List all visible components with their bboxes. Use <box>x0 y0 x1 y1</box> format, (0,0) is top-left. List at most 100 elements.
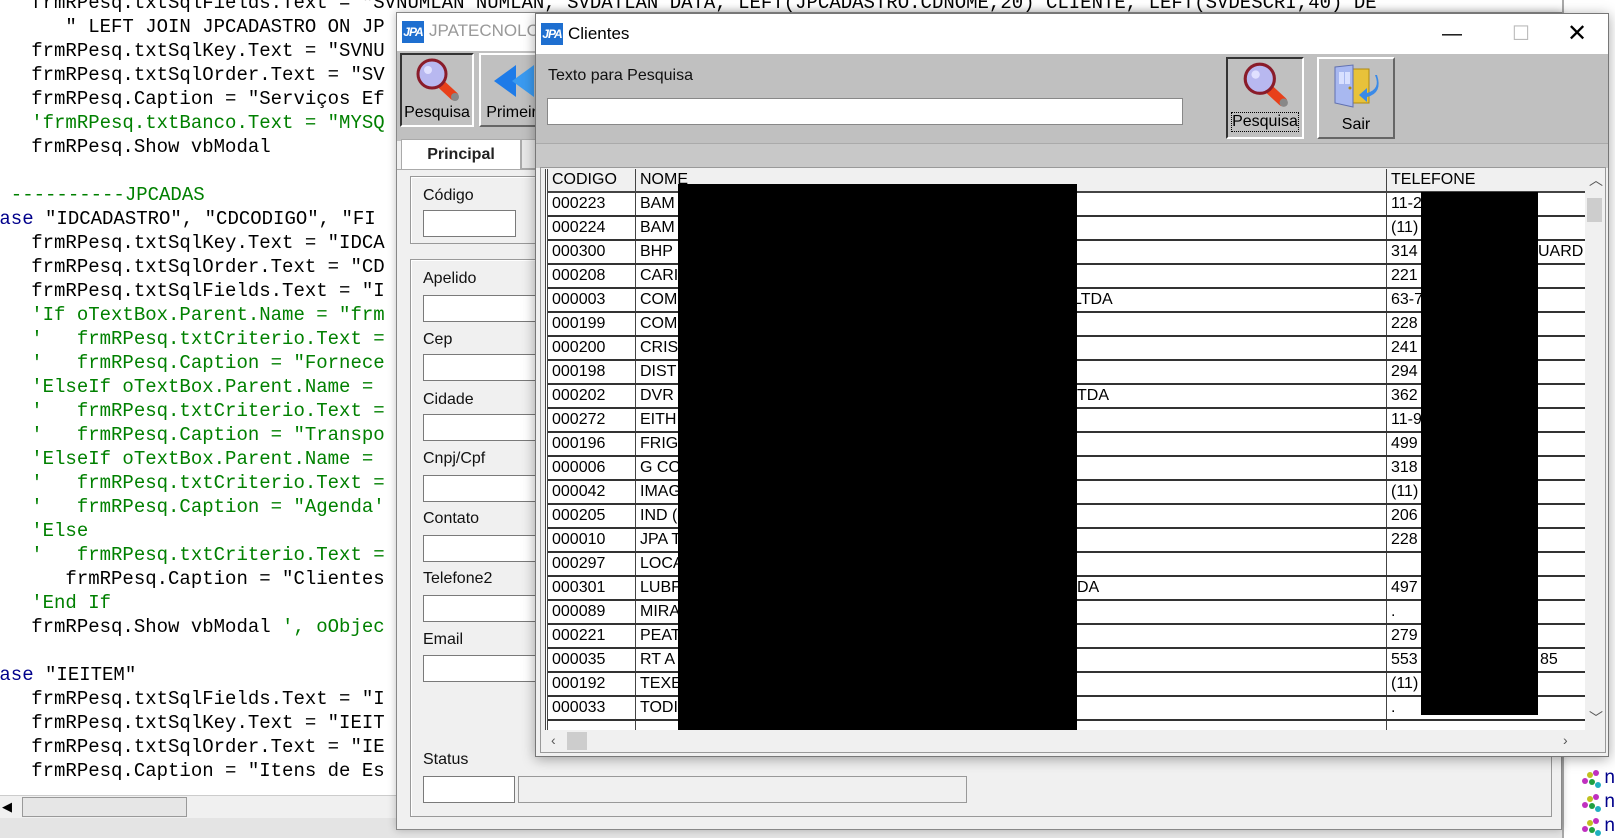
double-left-arrow-icon <box>494 65 534 97</box>
module-tree-icon <box>1582 818 1601 836</box>
cell-codigo: 000010 <box>548 529 636 551</box>
module-tree-label[interactable]: n <box>1604 766 1615 790</box>
code-text: frmRPesq.Show vbModal <box>0 616 283 638</box>
cep-label: Cep <box>423 331 453 348</box>
apelido-label: Apelido <box>423 270 477 287</box>
code-text: "IEITEM" <box>33 664 137 686</box>
status-code-input[interactable] <box>423 776 515 803</box>
cell-codigo: 000033 <box>548 697 636 719</box>
title-bar[interactable]: JPA Clientes — ☐ ✕ <box>536 14 1608 54</box>
close-button[interactable]: ✕ <box>1554 14 1600 54</box>
code-text: frmRPesq.Caption = "Clientes <box>0 568 385 590</box>
window-title: JPATECNOLO <box>429 21 540 40</box>
status-description-input[interactable] <box>518 776 967 803</box>
status-label: Status <box>423 751 469 768</box>
code-text: frmRPesq.txtSqlFields.Text = "I <box>0 280 385 302</box>
code-text: frmRPesq.txtSqlOrder.Text = "SV <box>0 64 385 86</box>
cell-codigo: 000196 <box>548 433 636 455</box>
redaction-block <box>678 184 1077 730</box>
module-tree-icon <box>1582 794 1601 812</box>
cell-codigo: 000006 <box>548 457 636 479</box>
cell-codigo <box>548 721 636 730</box>
cidade-label: Cidade <box>423 391 474 408</box>
search-label: Texto para Pesquisa <box>548 67 693 84</box>
code-comment: 'ElseIf oTextBox.Parent.Name = <box>0 376 374 398</box>
code-text: frmRPesq.txtSqlFields.Text = "I <box>0 688 385 710</box>
cnpj-label: Cnpj/Cpf <box>423 450 486 467</box>
search-button[interactable]: Pesquisa <box>1226 57 1304 139</box>
cell-codigo: 000199 <box>548 313 636 335</box>
code-keyword: Case <box>0 664 34 686</box>
magnifier-icon <box>1243 62 1288 107</box>
scrollbar-thumb[interactable] <box>1587 198 1602 222</box>
code-text: frmRPesq.Show vbModal <box>0 136 271 158</box>
cell-codigo: 000003 <box>548 289 636 311</box>
code-comment: ' frmRPesq.txtCriterio.Text = <box>0 472 385 494</box>
scroll-down-icon[interactable]: ﹀ <box>1589 708 1603 728</box>
column-header-telefone[interactable]: TELEFONE <box>1387 169 1588 191</box>
code-text: frmRPesq.txtSqlOrder.Text = "IE <box>0 736 385 758</box>
cell-telefone-tail: UARD <box>1538 243 1584 260</box>
scroll-left-arrow-icon[interactable]: ◀ <box>2 799 12 815</box>
vertical-scrollbar[interactable]: ︿ ﹀ <box>1585 168 1604 730</box>
cell-nome-tail: LTDA <box>1073 291 1113 308</box>
grid-body[interactable]: CODIGO NOME TELEFONE 000223 BAM 11-2 000224… <box>545 169 1588 730</box>
cell-telefone <box>1387 721 1588 730</box>
cell-codigo: 000297 <box>548 553 636 575</box>
exit-button-label: Sair <box>1341 116 1371 133</box>
editor-horizontal-scrollbar[interactable]: ◀ <box>0 795 396 819</box>
code-text: frmRPesq.txtSqlKey.Text = "IEIT <box>0 712 385 734</box>
cell-codigo: 000042 <box>548 481 636 503</box>
module-tree-label[interactable]: n <box>1604 790 1615 814</box>
code-comment: ' frmRPesq.Caption = "Fornece <box>0 352 385 374</box>
maximize-button[interactable]: ☐ <box>1498 14 1544 54</box>
window-title: Clientes <box>568 24 630 43</box>
scroll-left-icon[interactable]: ‹ <box>551 732 556 748</box>
search-toolbar-button[interactable]: Pesquisa <box>400 53 474 127</box>
cell-codigo: 000192 <box>548 673 636 695</box>
minimize-button[interactable]: — <box>1429 14 1475 54</box>
code-comment: ' ----------JPCADAS <box>0 184 205 206</box>
search-panel: Texto para Pesquisa Pesquisa Sair <box>536 54 1608 143</box>
scrollbar-thumb[interactable] <box>22 797 187 817</box>
code-comment: 'End If <box>0 592 112 614</box>
module-tree-label[interactable]: n <box>1604 814 1615 838</box>
code-comment: ' frmRPesq.Caption = "Transpo <box>0 424 385 446</box>
scrollbar-thumb[interactable] <box>567 732 587 750</box>
horizontal-scrollbar[interactable]: ‹ › <box>545 730 1585 752</box>
module-tree-icon <box>1582 770 1601 788</box>
codigo-label: Código <box>423 187 474 204</box>
cell-codigo: 000272 <box>548 409 636 431</box>
redaction-block <box>1421 192 1538 715</box>
code-comment: ' frmRPesq.txtCriterio.Text = <box>0 328 385 350</box>
search-input[interactable] <box>547 98 1183 125</box>
code-comment: ', oObjec <box>282 616 385 638</box>
column-header-codigo[interactable]: CODIGO <box>548 169 636 191</box>
code-comment: ' frmRPesq.txtCriterio.Text = <box>0 400 385 422</box>
search-toolbar-label: Pesquisa <box>404 104 470 121</box>
code-comment: 'ElseIf oTextBox.Parent.Name = <box>0 448 374 470</box>
cell-codigo: 000035 <box>548 649 636 671</box>
cell-codigo: 000202 <box>548 385 636 407</box>
code-text: frmRPesq.Caption = "Serviços Ef <box>0 88 385 110</box>
cell-telefone-tail: 85 <box>1540 651 1558 668</box>
code-text: "IDCADASTRO", "CDCODIGO", "FI <box>33 208 376 230</box>
cell-codigo: 000221 <box>548 625 636 647</box>
codigo-input[interactable] <box>423 210 516 237</box>
cell-codigo: 000208 <box>548 265 636 287</box>
contato-label: Contato <box>423 510 480 527</box>
maximize-icon: ☐ <box>1512 23 1530 45</box>
scroll-up-icon[interactable]: ︿ <box>1589 170 1603 190</box>
scroll-right-icon[interactable]: › <box>1563 732 1568 748</box>
app-logo-icon: JPA <box>541 23 563 45</box>
close-icon: ✕ <box>1566 20 1588 47</box>
email-label: Email <box>423 631 464 648</box>
cell-nome-tail: DA <box>1077 579 1100 596</box>
code-text: frmRPesq.Caption = "Itens de Es <box>0 760 385 782</box>
clientes-grid[interactable]: CODIGO NOME TELEFONE 000223 BAM 11-2 000224… <box>540 167 1606 753</box>
code-comment: ' frmRPesq.Caption = "Agenda' <box>0 496 385 518</box>
tab-principal[interactable]: Principal <box>401 139 521 170</box>
exit-button[interactable]: Sair <box>1317 57 1395 139</box>
cell-codigo: 000223 <box>548 193 636 215</box>
cell-nome-tail: TDA <box>1077 387 1109 404</box>
